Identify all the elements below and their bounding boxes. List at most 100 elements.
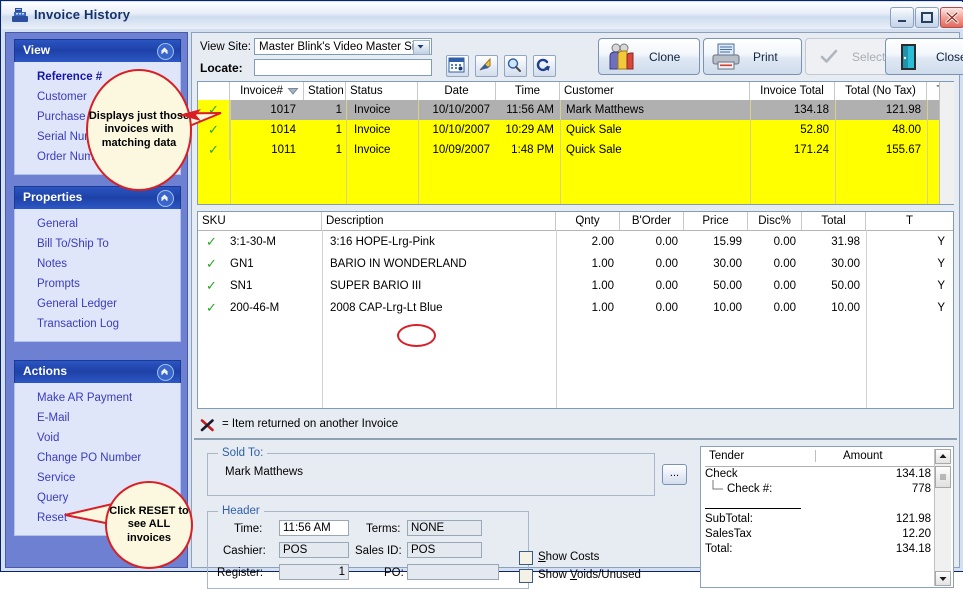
cash-register-icon — [11, 7, 29, 24]
detail-row-disc: 0.00 — [773, 258, 796, 270]
invoice-row-date: 10/10/2007 — [432, 104, 490, 116]
sidebar-item-change-po-number[interactable]: Change PO Number — [15, 448, 180, 468]
detail-row-total: 31.98 — [831, 236, 860, 248]
sidebar-item-general-ledger[interactable]: General Ledger — [15, 294, 180, 314]
close-button-label: Close — [936, 50, 963, 64]
detail-col-sku[interactable]: SKU — [198, 212, 322, 230]
table-row[interactable]: ✓ 3:1-30-M 3:16 HOPE-Lrg-Pink 2.00 0.00 … — [198, 232, 953, 252]
minimize-button[interactable] — [890, 7, 914, 28]
check-icon — [820, 48, 838, 65]
sold-to-browse-button[interactable]: ... — [662, 464, 687, 485]
invoice-row-date: 10/09/2007 — [432, 144, 490, 156]
sidebar-section-header-view[interactable]: View — [14, 39, 181, 62]
detail-row-border: 0.00 — [655, 236, 678, 248]
po-field[interactable] — [407, 564, 499, 580]
cashier-field[interactable]: POS — [279, 542, 349, 558]
invoice-col-station[interactable]: Station — [304, 82, 346, 100]
column-divider — [815, 450, 816, 462]
table-row[interactable]: ✓ 1017 1 Invoice 10/10/2007 11:56 AM Mar… — [198, 100, 953, 121]
sidebar-item-transaction-log[interactable]: Transaction Log — [15, 314, 180, 334]
tender-scrollbar[interactable] — [934, 449, 951, 586]
grid-divider — [835, 100, 836, 204]
table-row[interactable]: ✓ 200-46-M 2008 CAP-Lrg-Lt Blue 1.00 0.0… — [198, 298, 953, 318]
sidebar-item-prompts[interactable]: Prompts — [15, 274, 180, 294]
show-voids-checkbox[interactable] — [519, 569, 533, 583]
invoice-grid[interactable]: Invoice# Station Status Date Time Custom… — [197, 81, 954, 205]
subtotal-amount: 121.98 — [895, 513, 931, 525]
detail-row-flag: ✓ — [206, 300, 217, 315]
terms-field[interactable]: NONE — [407, 520, 482, 536]
chevron-up-icon[interactable] — [157, 43, 174, 60]
detail-grid[interactable]: SKU Description Qnty B'Order Price Disc%… — [197, 211, 954, 409]
print-button[interactable]: Print — [703, 38, 802, 75]
detail-col-disc[interactable]: Disc% — [748, 212, 802, 230]
invoice-row-station: 1 — [335, 144, 342, 156]
close-button[interactable]: Close — [885, 38, 963, 75]
red-x-icon — [200, 418, 215, 432]
sidebar-section-header-actions[interactable]: Actions — [14, 360, 181, 383]
chevron-down-icon[interactable] — [935, 571, 951, 586]
sidebar-item-void[interactable]: Void — [15, 428, 180, 448]
sidebar-item-bill-to-ship-to[interactable]: Bill To/Ship To — [15, 234, 180, 254]
invoice-row-total-no-tax: 48.00 — [892, 124, 921, 136]
select-button-label: Select — [852, 50, 886, 64]
table-row[interactable]: ✓ GN1 BARIO IN WONDERLAND 1.00 0.00 30.0… — [198, 254, 953, 274]
view-site-select[interactable]: Master Blink's Video Master Site — [254, 38, 432, 55]
po-label: PO: — [384, 567, 404, 579]
invoice-row-date: 10/10/2007 — [432, 124, 490, 136]
tree-branch-icon — [712, 480, 723, 490]
invoice-grid-scrollbar[interactable] — [939, 82, 954, 204]
detail-row-sku: 200-46-M — [230, 302, 280, 314]
chevron-up-icon[interactable] — [157, 364, 174, 381]
invoice-row-number: 1014 — [270, 124, 296, 136]
detail-col-total[interactable]: Total — [802, 212, 866, 230]
detail-col-price[interactable]: Price — [684, 212, 748, 230]
detail-col-t[interactable]: T — [866, 212, 953, 230]
table-row[interactable]: ✓ 1011 1 Invoice 10/09/2007 1:48 PM Quic… — [198, 140, 953, 160]
invoice-col-time[interactable]: Time — [496, 82, 560, 100]
jump-arrow-icon[interactable] — [475, 55, 498, 77]
detail-col-border[interactable]: B'Order — [620, 212, 684, 230]
sidebar-section-header-properties[interactable]: Properties — [14, 186, 181, 209]
invoice-row-status: Invoice — [354, 124, 391, 136]
show-costs-checkbox[interactable] — [519, 551, 533, 565]
sales-id-field[interactable]: POS — [407, 542, 482, 558]
terms-label: Terms: — [366, 523, 401, 535]
register-field[interactable]: 1 — [279, 564, 349, 580]
invoice-col-date[interactable]: Date — [418, 82, 496, 100]
sidebar-item-notes[interactable]: Notes — [15, 254, 180, 274]
search-icon[interactable] — [504, 55, 527, 77]
time-field[interactable]: 11:56 AM — [279, 520, 349, 536]
sidebar-item-email[interactable]: E-Mail — [15, 408, 180, 428]
table-row[interactable]: ✓ SN1 SUPER BARIO III 1.00 0.00 50.00 0.… — [198, 276, 953, 296]
chevron-up-icon[interactable] — [157, 190, 174, 207]
invoice-col-status[interactable]: Status — [346, 82, 418, 100]
detail-col-description[interactable]: Description — [322, 212, 556, 230]
invoice-col-customer[interactable]: Customer — [560, 82, 750, 100]
chevron-up-icon[interactable] — [935, 449, 951, 464]
clone-button[interactable]: Clone — [598, 38, 700, 75]
scrollbar-thumb[interactable] — [935, 466, 951, 488]
invoice-col-invoice-total[interactable]: Invoice Total — [750, 82, 835, 100]
separator — [194, 438, 957, 440]
detail-row-t: Y — [937, 302, 945, 314]
sidebar-item-general[interactable]: General — [15, 214, 180, 234]
sidebar-item-make-ar-payment[interactable]: Make AR Payment — [15, 388, 180, 408]
close-window-button[interactable] — [940, 7, 963, 28]
locate-input[interactable] — [254, 59, 432, 76]
calendar-icon[interactable] — [446, 55, 469, 77]
chevron-down-icon[interactable] — [413, 40, 430, 55]
header-group-label: Header — [218, 505, 264, 517]
invoice-col-total-no-tax[interactable]: Total (No Tax) — [835, 82, 927, 100]
invoice-row-station: 1 — [335, 124, 342, 136]
maximize-button[interactable] — [915, 7, 939, 28]
detail-row-price: 50.00 — [713, 280, 742, 292]
sort-descending-icon[interactable] — [287, 88, 299, 95]
invoice-row-status: Invoice — [354, 104, 391, 116]
invoice-row-invoice-total: 171.24 — [793, 144, 829, 156]
detail-row-border: 0.00 — [655, 302, 678, 314]
refresh-icon[interactable] — [533, 55, 556, 77]
table-row[interactable]: ✓ 1014 1 Invoice 10/10/2007 10:29 AM Qui… — [198, 120, 953, 140]
detail-col-qnty[interactable]: Qnty — [556, 212, 620, 230]
subtotal-label: SubTotal: — [705, 513, 753, 525]
